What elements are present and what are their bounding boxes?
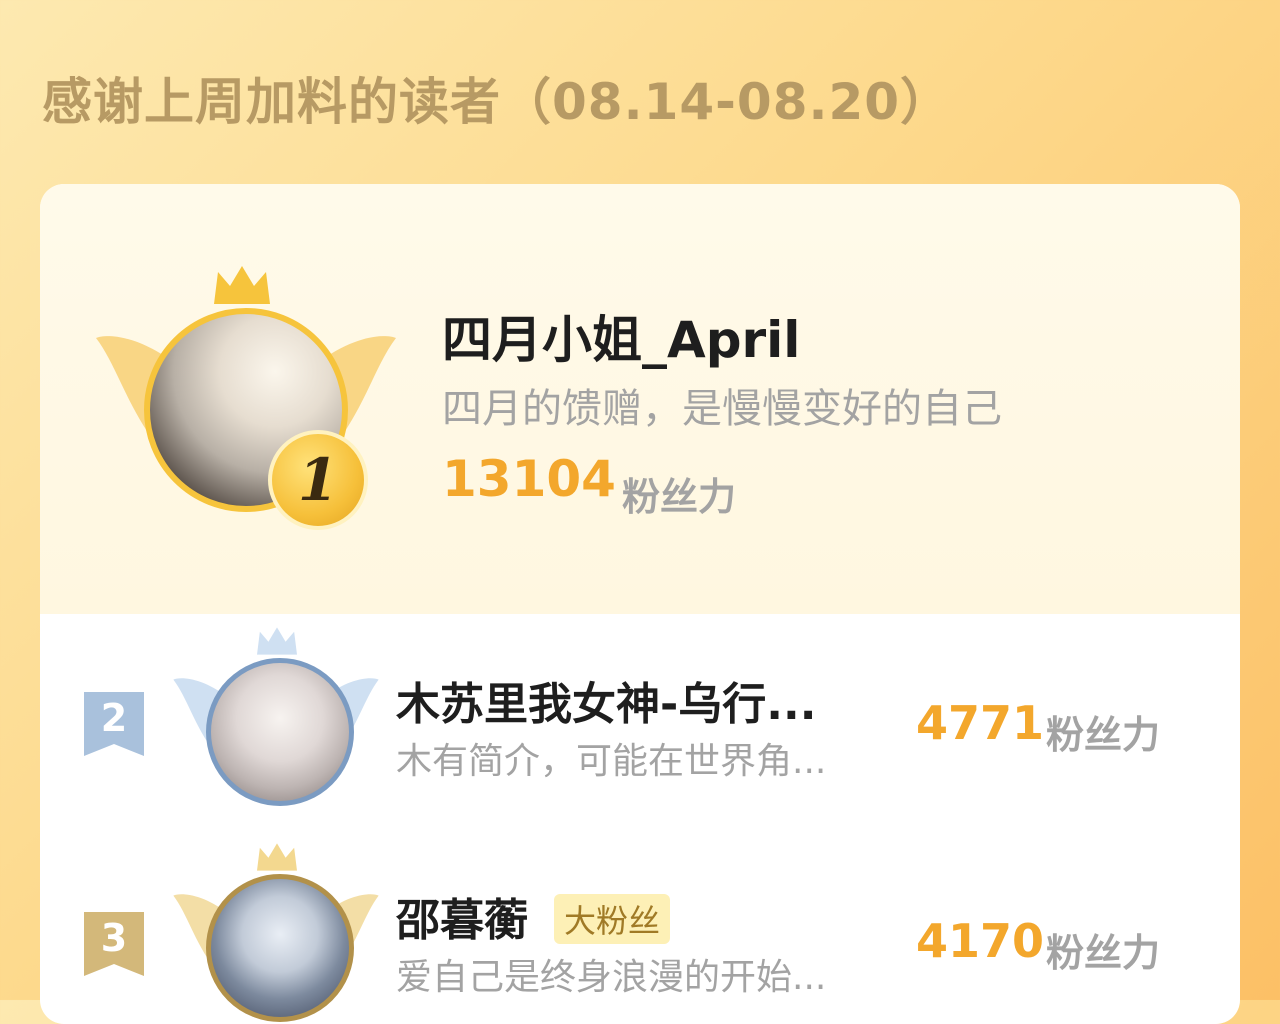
fan-power-score: 4771 xyxy=(916,696,1045,750)
rank-number: 2 xyxy=(100,696,128,740)
fan-level-badge: 大粉丝 xyxy=(554,894,671,944)
fan-power-unit: 粉丝力 xyxy=(1046,931,1161,975)
reader-bio: 四月的馈赠，是慢慢变好的自己 xyxy=(442,386,1002,432)
leaderboard-card: 1 四月小姐_April 四月的馈赠，是慢慢变好的自己 13104 粉丝力 2 … xyxy=(40,184,1240,1024)
fan-power-unit: 粉丝力 xyxy=(1046,713,1161,757)
fan-power-unit: 粉丝力 xyxy=(622,475,737,519)
fan-power-score: 13104 xyxy=(442,450,616,508)
reader-name[interactable]: 木苏里我女神-乌行... xyxy=(396,668,816,732)
crown-icon xyxy=(257,627,297,655)
crown-icon xyxy=(257,843,297,871)
reader-bio: 木有简介，可能在世界角... xyxy=(396,741,827,782)
fan-power-score: 4170 xyxy=(916,914,1045,968)
reader-name[interactable]: 邵暮蘅 xyxy=(396,884,528,948)
reader-name[interactable]: 四月小姐_April xyxy=(442,300,800,372)
rank-number: 3 xyxy=(100,916,128,960)
crown-icon xyxy=(214,266,270,304)
page-title: 感谢上周加料的读者（08.14-08.20） xyxy=(42,73,952,131)
rank-medal: 1 xyxy=(268,430,368,530)
avatar[interactable] xyxy=(206,658,354,806)
reader-bio: 爱自己是终身浪漫的开始... xyxy=(396,957,827,998)
